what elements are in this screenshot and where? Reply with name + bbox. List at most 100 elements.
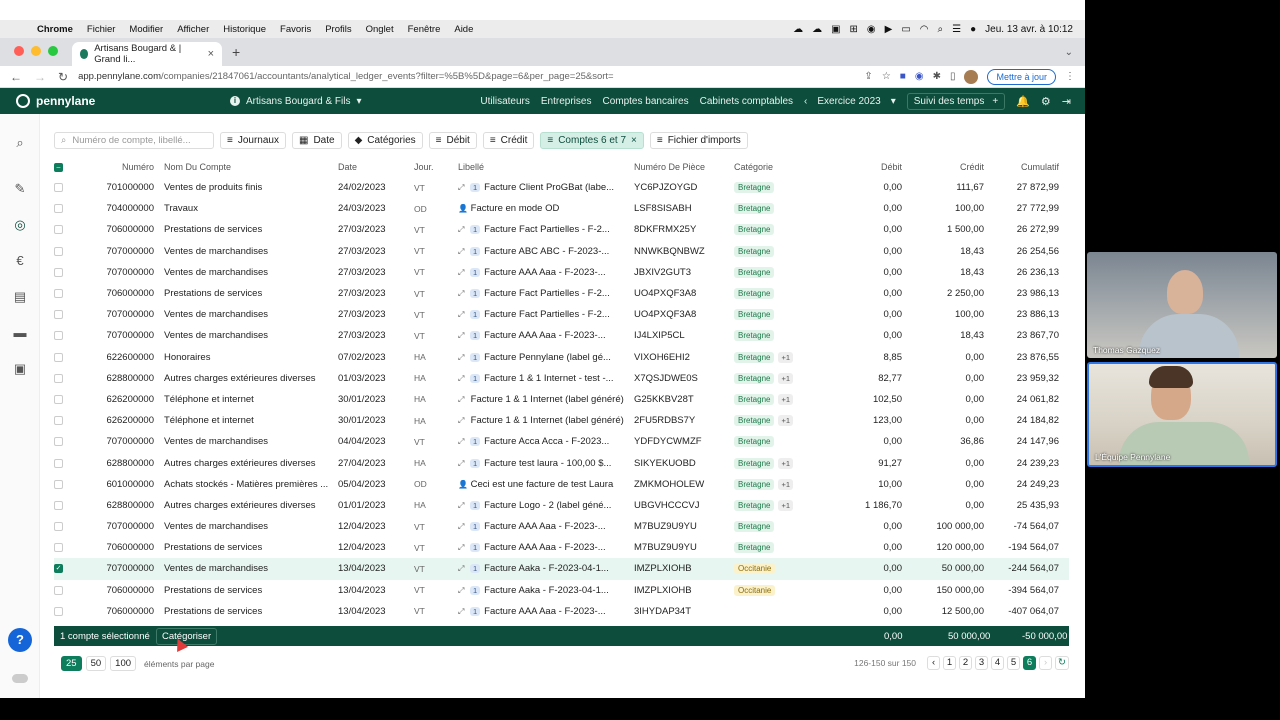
- cell-categorie[interactable]: Bretagne +1: [734, 347, 844, 368]
- chevron-left-icon[interactable]: ‹: [804, 96, 807, 107]
- minimize-window-icon[interactable]: [31, 46, 41, 56]
- table-row[interactable]: 707000000 Ventes de marchandises 27/03/202…: [54, 262, 1069, 283]
- exercise-selector[interactable]: ‹ Exercice 2023 ▾: [804, 96, 896, 107]
- menu-item-fenetre[interactable]: Fenêtre: [401, 24, 448, 35]
- company-selector[interactable]: i Artisans Bougard & Fils ▾: [230, 96, 362, 107]
- menu-item-modifier[interactable]: Modifier: [122, 24, 170, 35]
- col-debit[interactable]: Débit: [844, 156, 912, 177]
- help-icon[interactable]: ?: [8, 628, 32, 652]
- more-categories-badge[interactable]: +1: [778, 499, 794, 511]
- filter-imports-button[interactable]: ≡ Fichier d'imports: [649, 132, 748, 149]
- more-categories-badge[interactable]: +1: [778, 478, 794, 490]
- cell-categorie[interactable]: Bretagne: [734, 283, 844, 304]
- update-chrome-button[interactable]: Mettre à jour: [987, 68, 1056, 85]
- row-checkbox[interactable]: [54, 585, 63, 595]
- category-tag[interactable]: Bretagne: [734, 415, 775, 427]
- table-row[interactable]: 707000000 Ventes de marchandises 27/03/202…: [54, 325, 1069, 346]
- row-checkbox[interactable]: [54, 331, 63, 341]
- search-icon[interactable]: ⌕: [11, 134, 29, 152]
- menu-item-profils[interactable]: Profils: [318, 24, 358, 35]
- row-checkbox[interactable]: [54, 373, 63, 383]
- col-cumulatif[interactable]: Cumulatif: [994, 156, 1069, 177]
- prev-page-icon[interactable]: ‹: [927, 656, 941, 670]
- menubar-clock[interactable]: Jeu. 13 avr. à 10:12: [985, 24, 1073, 35]
- more-categories-badge[interactable]: +1: [778, 372, 794, 384]
- cell-libelle[interactable]: ⤢ 1 Facture Acca Acca - F-2023...: [458, 431, 634, 452]
- table-row[interactable]: 706000000 Prestations de services 13/04/20…: [54, 580, 1069, 601]
- cell-categorie[interactable]: Bretagne: [734, 304, 844, 325]
- cell-libelle[interactable]: ⤢ 1 Facture 1 & 1 Internet - test -...: [458, 368, 634, 389]
- category-tag[interactable]: Bretagne: [734, 372, 775, 384]
- row-select-cell[interactable]: [54, 304, 76, 325]
- row-select-cell[interactable]: [54, 262, 76, 283]
- col-jour[interactable]: Jour.: [414, 156, 458, 177]
- extension-icon[interactable]: ■: [900, 71, 906, 82]
- page-3[interactable]: 3: [975, 656, 989, 670]
- cell-libelle[interactable]: ⤢ 1 Facture test laura - 100,00 $...: [458, 452, 634, 473]
- bookmark-star-icon[interactable]: ☆: [882, 71, 891, 82]
- play-icon[interactable]: ▶: [885, 24, 893, 35]
- category-tag[interactable]: Bretagne: [734, 330, 775, 342]
- more-menu-icon[interactable]: ⋮: [1065, 71, 1075, 82]
- cell-libelle[interactable]: ⤢ 1 Facture AAA Aaa - F-2023-...: [458, 537, 634, 558]
- pennylane-logo[interactable]: pennylane: [0, 94, 230, 108]
- cell-categorie[interactable]: Bretagne +1: [734, 410, 844, 431]
- row-select-cell[interactable]: [54, 410, 76, 431]
- col-numero[interactable]: Numéro: [76, 156, 164, 177]
- row-checkbox[interactable]: [54, 500, 63, 510]
- row-checkbox[interactable]: [54, 289, 63, 299]
- close-window-icon[interactable]: [14, 46, 24, 56]
- filter-debit-button[interactable]: ≡ Débit: [428, 132, 477, 149]
- page-1[interactable]: 1: [943, 656, 957, 670]
- filter-credit-button[interactable]: ≡ Crédit: [482, 132, 535, 149]
- more-categories-badge[interactable]: +1: [778, 415, 794, 427]
- page-size-25[interactable]: 25: [61, 656, 82, 671]
- cell-libelle[interactable]: ⤢ 1 Facture Fact Partielles - F-2...: [458, 283, 634, 304]
- refresh-icon[interactable]: ↻: [1055, 656, 1069, 670]
- category-tag[interactable]: Bretagne: [734, 351, 775, 363]
- zoom-window-icon[interactable]: [48, 46, 58, 56]
- row-select-cell[interactable]: [54, 537, 76, 558]
- row-checkbox[interactable]: [54, 458, 63, 468]
- row-select-cell[interactable]: ✓: [54, 558, 76, 580]
- cell-libelle[interactable]: ⤢ 1 Facture Aaka - F-2023-04-1...: [458, 580, 634, 601]
- next-page-icon[interactable]: ›: [1039, 656, 1053, 670]
- bell-icon[interactable]: 🔔: [1016, 95, 1030, 108]
- cell-categorie[interactable]: Bretagne: [734, 219, 844, 240]
- row-checkbox[interactable]: [54, 606, 63, 616]
- col-date[interactable]: Date: [338, 156, 414, 177]
- table-row[interactable]: 707000000 Ventes de marchandises 04/04/202…: [54, 431, 1069, 452]
- ledger-icon[interactable]: ◎: [11, 216, 29, 234]
- reload-icon[interactable]: ↻: [58, 70, 68, 84]
- category-tag[interactable]: Occitanie: [734, 563, 776, 575]
- cell-libelle[interactable]: ⤢ 1 Facture Fact Partielles - F-2...: [458, 219, 634, 240]
- cell-libelle[interactable]: ⤢ 1 Facture AAA Aaa - F-2023-...: [458, 516, 634, 537]
- filter-categories-button[interactable]: ◆ Catégories: [347, 132, 423, 149]
- page-2[interactable]: 2: [959, 656, 973, 670]
- plus-icon[interactable]: +: [992, 96, 998, 107]
- search-icon[interactable]: ⌕: [938, 24, 944, 35]
- cell-libelle[interactable]: ⤢ 1 Facture Client ProGBat (labe...: [458, 177, 634, 198]
- nav-cabinets-comptables[interactable]: Cabinets comptables: [700, 96, 793, 107]
- page-6[interactable]: 6: [1023, 656, 1037, 670]
- col-piece[interactable]: Numéro De Pièce: [634, 156, 734, 177]
- time-tracking-button[interactable]: Suivi des temps +: [906, 92, 1006, 110]
- menu-item-onglet[interactable]: Onglet: [359, 24, 401, 35]
- category-tag[interactable]: Bretagne: [734, 478, 775, 490]
- page-size-100[interactable]: 100: [110, 656, 137, 671]
- row-select-cell[interactable]: [54, 325, 76, 346]
- forward-icon[interactable]: →: [34, 70, 46, 84]
- row-checkbox[interactable]: [54, 246, 63, 256]
- grid-icon[interactable]: ⊞: [850, 24, 858, 35]
- app-status-icon[interactable]: ▣: [831, 24, 840, 35]
- table-row[interactable]: 707000000 Ventes de marchandises 12/04/202…: [54, 516, 1069, 537]
- table-row[interactable]: 706000000 Prestations de services 13/04/20…: [54, 601, 1069, 622]
- row-select-cell[interactable]: [54, 431, 76, 452]
- menu-item-afficher[interactable]: Afficher: [170, 24, 216, 35]
- cloud-icon[interactable]: ☁: [793, 24, 803, 35]
- puzzle-extensions-icon[interactable]: ✱: [933, 71, 941, 82]
- table-row[interactable]: 706000000 Prestations de services 27/03/20…: [54, 219, 1069, 240]
- table-row[interactable]: 704000000 Travaux 24/03/2023 OD 👤 Facture en…: [54, 198, 1069, 219]
- table-row[interactable]: 628800000 Autres charges extérieures dive…: [54, 495, 1069, 516]
- cell-categorie[interactable]: Bretagne: [734, 325, 844, 346]
